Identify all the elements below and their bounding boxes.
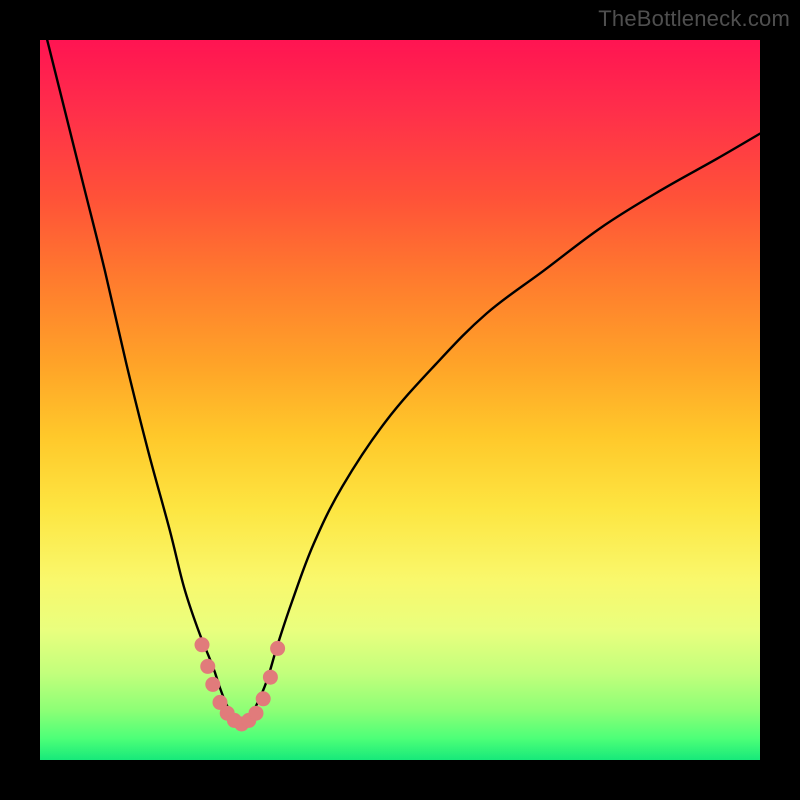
watermark-text: TheBottleneck.com — [598, 6, 790, 32]
chart-frame: TheBottleneck.com — [0, 0, 800, 800]
chart-svg — [40, 40, 760, 760]
marker-dot — [206, 677, 220, 691]
marker-dot — [263, 670, 277, 684]
marker-dot — [271, 641, 285, 655]
curve-line — [40, 11, 760, 724]
marker-dot — [195, 638, 209, 652]
marker-dot — [249, 706, 263, 720]
marker-dot — [201, 659, 215, 673]
marker-dot — [256, 692, 270, 706]
marker-group — [195, 638, 285, 731]
plot-area — [40, 40, 760, 760]
